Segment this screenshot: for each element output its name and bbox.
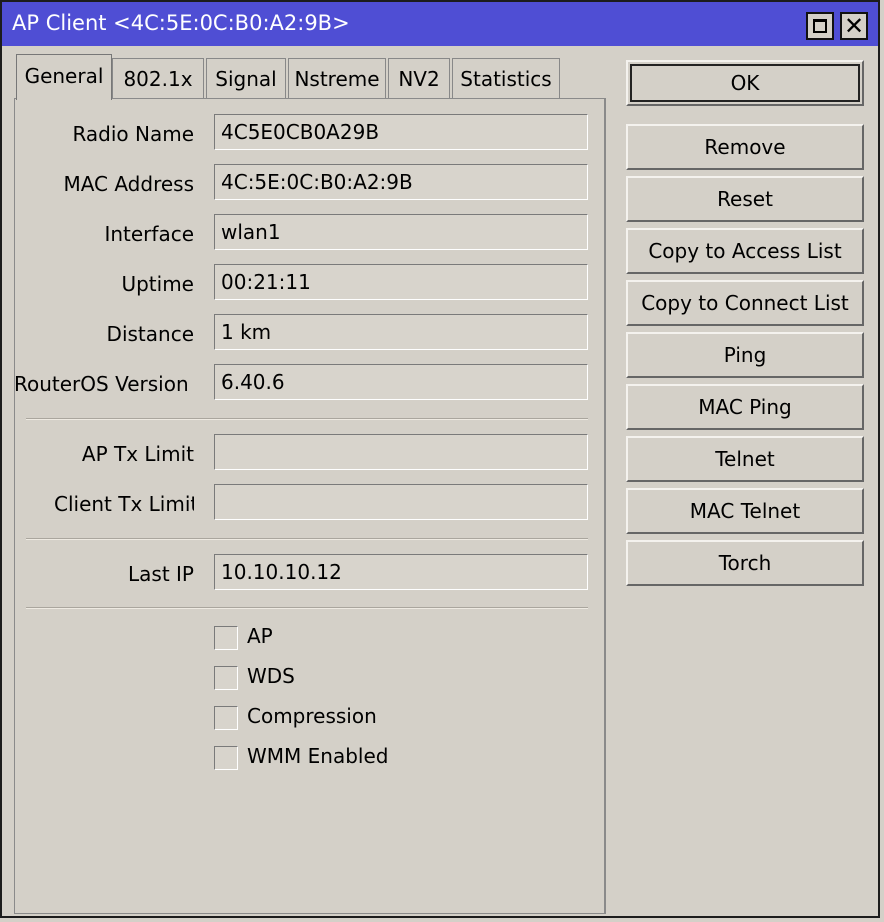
tab-general[interactable]: General bbox=[16, 54, 112, 100]
ap-tx-limit-field[interactable] bbox=[214, 434, 588, 470]
separator bbox=[26, 607, 588, 609]
maximize-icon bbox=[813, 19, 827, 33]
maximize-button[interactable] bbox=[806, 12, 834, 40]
mac-address-field[interactable]: 4C:5E:0C:B0:A2:9B bbox=[214, 164, 588, 200]
copy-to-access-list-button[interactable]: Copy to Access List bbox=[626, 228, 864, 274]
mac-telnet-button[interactable]: MAC Telnet bbox=[626, 488, 864, 534]
tab-signal[interactable]: Signal bbox=[206, 58, 286, 98]
window-title: AP Client <4C:5E:0C:B0:A2:9B> bbox=[12, 11, 350, 35]
client-tx-limit-label: Client Tx Limit bbox=[54, 492, 194, 516]
wds-checkbox-label: WDS bbox=[247, 664, 295, 688]
routeros-version-field[interactable]: 6.40.6 bbox=[214, 364, 588, 400]
tab-statistics[interactable]: Statistics bbox=[452, 58, 560, 98]
torch-button[interactable]: Torch bbox=[626, 540, 864, 586]
tab-nv2[interactable]: NV2 bbox=[388, 58, 450, 98]
telnet-button[interactable]: Telnet bbox=[626, 436, 864, 482]
tab-nstreme[interactable]: Nstreme bbox=[288, 58, 386, 98]
copy-to-connect-list-button[interactable]: Copy to Connect List bbox=[626, 280, 864, 326]
wds-checkbox[interactable] bbox=[214, 666, 238, 690]
separator bbox=[26, 418, 588, 420]
last-ip-label: Last IP bbox=[128, 562, 194, 586]
reset-button[interactable]: Reset bbox=[626, 176, 864, 222]
ok-button[interactable]: OK bbox=[626, 60, 864, 106]
distance-label: Distance bbox=[106, 322, 194, 346]
close-icon: ✕ bbox=[843, 12, 865, 40]
ap-tx-limit-label: AP Tx Limit bbox=[81, 442, 194, 466]
radio-name-field[interactable]: 4C5E0CB0A29B bbox=[214, 114, 588, 150]
last-ip-field[interactable]: 10.10.10.12 bbox=[214, 554, 588, 590]
client-tx-limit-field[interactable] bbox=[214, 484, 588, 520]
title-bar[interactable]: AP Client <4C:5E:0C:B0:A2:9B> ✕ bbox=[2, 2, 878, 46]
compression-checkbox-label: Compression bbox=[247, 704, 377, 728]
separator bbox=[26, 538, 588, 540]
interface-label: Interface bbox=[104, 222, 194, 246]
mac-ping-button[interactable]: MAC Ping bbox=[626, 384, 864, 430]
wmm-enabled-checkbox-label: WMM Enabled bbox=[247, 744, 389, 768]
distance-field[interactable]: 1 km bbox=[214, 314, 588, 350]
interface-field[interactable]: wlan1 bbox=[214, 214, 588, 250]
routeros-version-label: RouterOS Version bbox=[14, 372, 189, 396]
mac-address-label: MAC Address bbox=[63, 172, 194, 196]
tab-802-1x[interactable]: 802.1x bbox=[112, 58, 204, 98]
close-button[interactable]: ✕ bbox=[840, 12, 868, 40]
uptime-field[interactable]: 00:21:11 bbox=[214, 264, 588, 300]
compression-checkbox[interactable] bbox=[214, 706, 238, 730]
ap-checkbox-label: AP bbox=[247, 624, 273, 648]
ap-checkbox[interactable] bbox=[214, 626, 238, 650]
ping-button[interactable]: Ping bbox=[626, 332, 864, 378]
remove-button[interactable]: Remove bbox=[626, 124, 864, 170]
uptime-label: Uptime bbox=[121, 272, 194, 296]
ap-client-window: AP Client <4C:5E:0C:B0:A2:9B> ✕ General … bbox=[0, 0, 880, 918]
radio-name-label: Radio Name bbox=[72, 122, 194, 146]
wmm-enabled-checkbox[interactable] bbox=[214, 746, 238, 770]
